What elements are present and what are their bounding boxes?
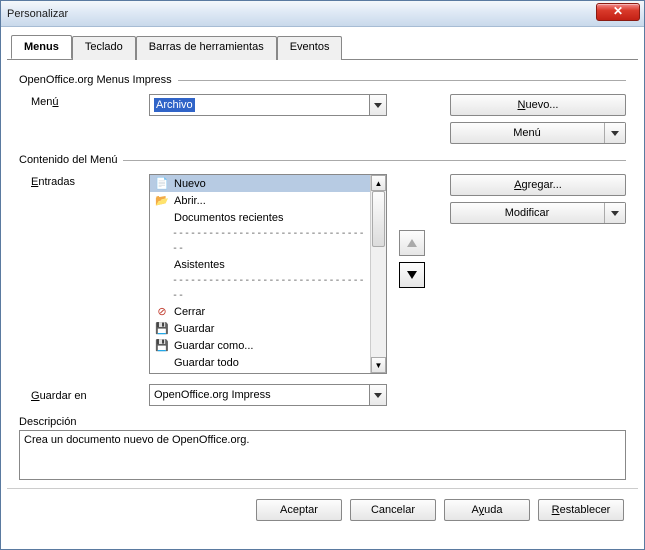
window-title: Personalizar [7, 8, 68, 20]
save-as-icon: 💾 [154, 338, 170, 354]
list-item-label: Asistentes [174, 259, 225, 271]
modify-button[interactable]: Modificar [450, 202, 626, 224]
divider [178, 80, 626, 81]
document-icon: 📄 [154, 176, 170, 192]
tab-eventos[interactable]: Eventos [277, 36, 343, 60]
ok-button[interactable]: Aceptar [256, 499, 342, 521]
save-in-value[interactable]: OpenOffice.org Impress [149, 384, 369, 406]
scrollbar[interactable]: ▲ ▼ [370, 175, 386, 373]
dialog-footer: Aceptar Cancelar Ayuda Restablecer [7, 488, 638, 521]
help-button[interactable]: Ayuda [444, 499, 530, 521]
scroll-thumb[interactable] [372, 191, 385, 247]
save-icon: 💾 [154, 321, 170, 337]
blank-icon [154, 257, 170, 273]
arrow-up-icon [407, 239, 417, 247]
entries-label: Entradas [19, 174, 149, 188]
tab-barras[interactable]: Barras de herramientas [136, 36, 277, 60]
list-item[interactable]: Guardar todo [150, 354, 370, 371]
chevron-down-icon[interactable] [611, 131, 619, 136]
divider [123, 160, 626, 161]
scroll-down-icon[interactable]: ▼ [371, 357, 386, 373]
list-separator[interactable]: ---------------------------------- [150, 273, 370, 303]
list-item-label: Guardar como... [174, 340, 253, 352]
group1-title: OpenOffice.org Menus Impress [19, 74, 172, 86]
list-item[interactable]: Documentos recientes [150, 209, 370, 226]
new-button[interactable]: Nuevo... [450, 94, 626, 116]
arrow-down-icon [407, 271, 417, 279]
list-item-label: Nuevo [174, 178, 206, 190]
list-item-label: Abrir... [174, 195, 206, 207]
list-item[interactable]: ⊘ Cerrar [150, 303, 370, 320]
list-item[interactable]: Asistentes [150, 256, 370, 273]
list-item-label: Documentos recientes [174, 212, 283, 224]
panel: OpenOffice.org Menus Impress Menú Archiv… [1, 60, 644, 488]
menu-combo-value[interactable]: Archivo [149, 94, 369, 116]
list-item[interactable]: 💾 Guardar [150, 320, 370, 337]
description-box: Crea un documento nuevo de OpenOffice.or… [19, 430, 626, 480]
list-item[interactable]: 📄 Nuevo [150, 175, 370, 192]
save-in-combo[interactable]: OpenOffice.org Impress [149, 384, 387, 406]
chevron-down-icon[interactable] [369, 94, 387, 116]
list-item-label: Guardar todo [174, 357, 239, 369]
menu-combo[interactable]: Archivo [149, 94, 387, 116]
group2-title: Contenido del Menú [19, 154, 117, 166]
move-up-button[interactable] [399, 230, 425, 256]
list-item[interactable]: 📂 Abrir... [150, 192, 370, 209]
list-item-label: Guardar [174, 323, 214, 335]
description-label: Descripción [19, 416, 626, 428]
tab-bar: Menus Teclado Barras de herramientas Eve… [7, 35, 638, 60]
close-icon[interactable]: ✕ [596, 3, 640, 21]
cancel-button[interactable]: Cancelar [350, 499, 436, 521]
scroll-track[interactable] [371, 191, 386, 357]
close-doc-icon: ⊘ [154, 304, 170, 320]
entries-listbox[interactable]: 📄 Nuevo 📂 Abrir... Documentos recientes … [149, 174, 387, 374]
blank-icon [154, 355, 170, 371]
folder-open-icon: 📂 [154, 193, 170, 209]
list-separator[interactable]: ---------------------------------- [150, 371, 370, 373]
tab-menus[interactable]: Menus [11, 35, 72, 59]
list-separator[interactable]: ---------------------------------- [150, 226, 370, 256]
reset-button[interactable]: Restablecer [538, 499, 624, 521]
description-text: Crea un documento nuevo de OpenOffice.or… [24, 434, 249, 446]
save-in-label: Guardar en [19, 388, 149, 402]
chevron-down-icon[interactable] [611, 211, 619, 216]
menu-label: Menú [19, 94, 149, 108]
list-item[interactable]: 💾 Guardar como... [150, 337, 370, 354]
titlebar: Personalizar ✕ [1, 1, 644, 27]
blank-icon [154, 210, 170, 226]
move-down-button[interactable] [399, 262, 425, 288]
tab-teclado[interactable]: Teclado [72, 36, 136, 60]
chevron-down-icon[interactable] [369, 384, 387, 406]
menu-button[interactable]: Menú [450, 122, 626, 144]
scroll-up-icon[interactable]: ▲ [371, 175, 386, 191]
reorder-buttons [399, 230, 425, 288]
add-button[interactable]: Agregar... [450, 174, 626, 196]
list-item-label: Cerrar [174, 306, 205, 318]
